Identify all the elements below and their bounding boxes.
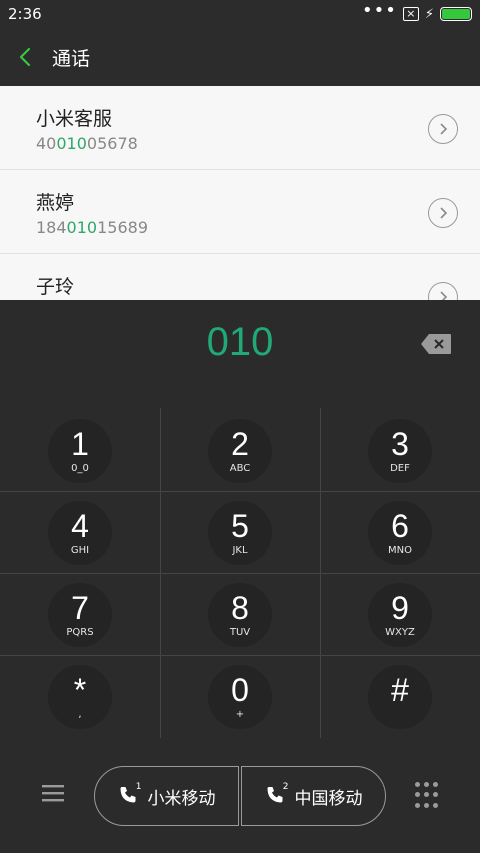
status-bar: 2:36 ••• × ⚡ <box>0 0 480 28</box>
contact-detail-button[interactable] <box>428 114 458 144</box>
more-notifications-icon: ••• <box>362 0 397 21</box>
key-0[interactable]: 0 + <box>160 656 320 738</box>
backspace-button[interactable] <box>420 333 452 355</box>
back-arrow-icon <box>19 47 31 67</box>
dialpad: 1 0_0 2 ABC 3 DEF 4 GHI 5 JKL 6 MNO 7 PQRS 8 TUV… <box>0 408 480 738</box>
contact-row[interactable]: 小米客服 4001005678 <box>0 86 480 170</box>
sim1-label: 小米移动 <box>147 788 216 809</box>
status-icons: ••• × ⚡ <box>362 0 472 22</box>
page-title: 通话 <box>52 47 91 70</box>
key-1[interactable]: 1 0_0 <box>0 410 160 492</box>
dialed-number: 010 <box>206 320 274 364</box>
sim2-label: 中国移动 <box>294 788 363 809</box>
contact-row[interactable]: 子玲 <box>0 254 480 300</box>
backspace-icon <box>421 334 451 354</box>
dialpad-toggle-icon[interactable] <box>415 782 439 810</box>
key-star[interactable]: *, <box>0 656 160 738</box>
menu-button[interactable] <box>42 784 64 802</box>
key-5[interactable]: 5 JKL <box>160 492 320 574</box>
key-4[interactable]: 4 GHI <box>0 492 160 574</box>
contact-number: 18401015689 <box>36 218 148 237</box>
contact-detail-button[interactable] <box>428 198 458 228</box>
sim2-phone-icon: 2 <box>265 782 289 807</box>
key-6[interactable]: 6 MNO <box>320 492 480 574</box>
contact-name: 小米客服 <box>36 108 113 130</box>
call-sim1-button[interactable]: 1 小米移动 <box>94 766 239 826</box>
status-time: 2:36 <box>8 5 42 23</box>
dial-display: 010 <box>0 300 480 394</box>
chevron-right-icon <box>440 207 448 219</box>
contact-name: 子玲 <box>36 276 75 298</box>
call-buttons: 1 小米移动 2 中国移动 <box>94 766 386 826</box>
contact-name: 燕婷 <box>36 192 75 214</box>
contact-number: 4001005678 <box>36 134 138 153</box>
no-sim-icon: × <box>402 7 419 21</box>
call-sim2-button[interactable]: 2 中国移动 <box>241 766 386 826</box>
key-2[interactable]: 2 ABC <box>160 410 320 492</box>
menu-icon <box>42 785 64 802</box>
back-button[interactable] <box>0 28 50 86</box>
title-bar: 通话 <box>0 28 480 86</box>
key-hash[interactable]: # <box>320 656 480 738</box>
contact-row[interactable]: 燕婷 18401015689 <box>0 170 480 254</box>
sim1-phone-icon: 1 <box>118 782 142 807</box>
key-3[interactable]: 3 DEF <box>320 410 480 492</box>
chevron-right-icon <box>440 291 448 300</box>
key-8[interactable]: 8 TUV <box>160 574 320 656</box>
battery-icon <box>440 7 472 21</box>
bottom-bar: 1 小米移动 2 中国移动 <box>0 738 480 853</box>
charging-icon: ⚡ <box>424 6 434 22</box>
key-9[interactable]: 9 WXYZ <box>320 574 480 656</box>
contact-results-list[interactable]: 小米客服 4001005678 燕婷 18401015689 子玲 <box>0 86 480 300</box>
chevron-right-icon <box>440 123 448 135</box>
key-7[interactable]: 7 PQRS <box>0 574 160 656</box>
